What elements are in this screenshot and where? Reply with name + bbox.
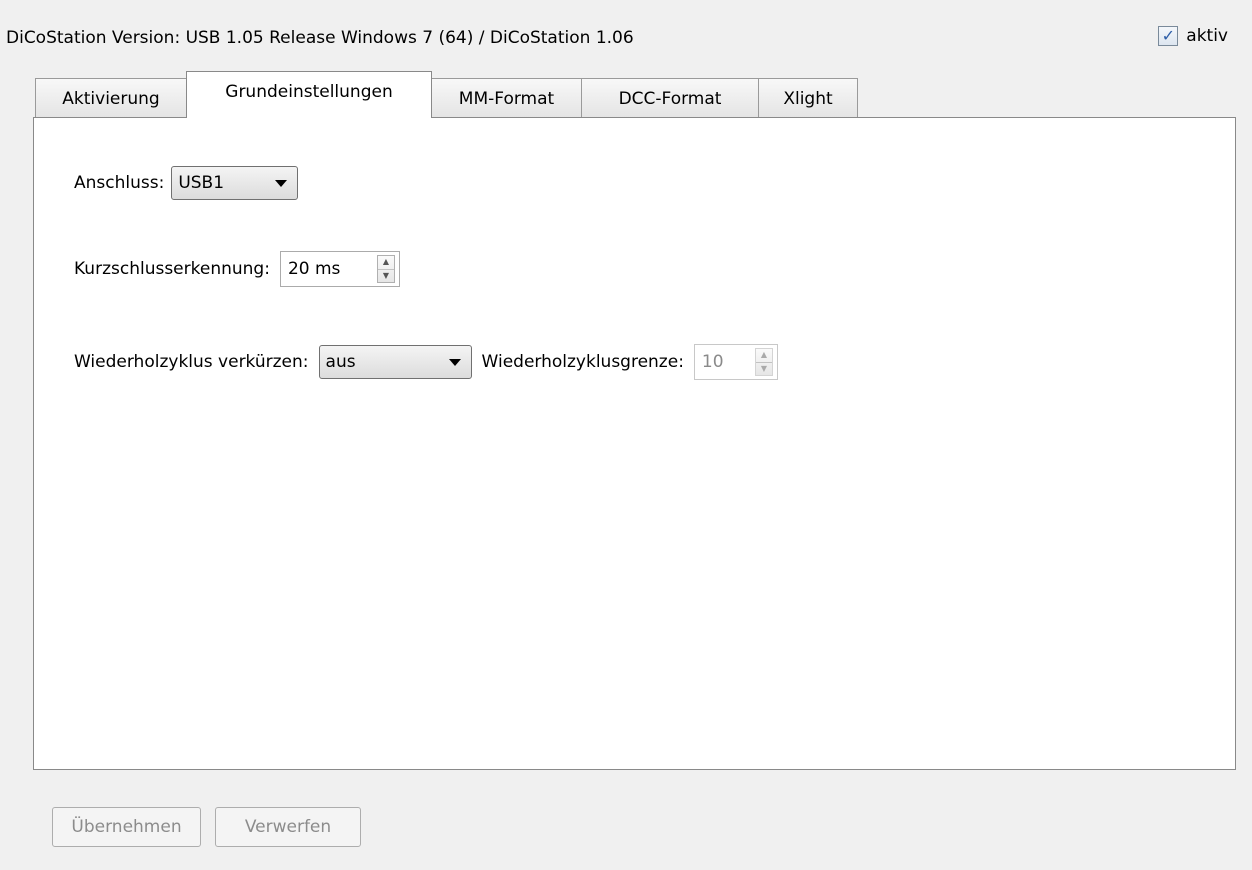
wiederholzyklus-select[interactable]: aus xyxy=(318,345,472,379)
wiederholzyklus-value: aus xyxy=(325,352,356,372)
tab-aktivierung[interactable]: Aktivierung xyxy=(35,78,187,118)
kurzschluss-value: 20 ms xyxy=(287,259,341,279)
wiederholzyklus-label: Wiederholzyklus verkürzen: xyxy=(74,352,309,372)
anschluss-select[interactable]: USB1 xyxy=(171,166,299,200)
aktiv-label: aktiv xyxy=(1186,26,1228,46)
tab-bar: Aktivierung Grundeinstellungen MM-Format… xyxy=(35,71,858,118)
discard-button[interactable]: Verwerfen xyxy=(215,807,361,847)
tab-xlight[interactable]: Xlight xyxy=(758,78,858,118)
anschluss-row: Anschluss: USB1 xyxy=(74,166,299,200)
tab-grundeinstellungen[interactable]: Grundeinstellungen xyxy=(186,71,432,118)
anschluss-label: Anschluss: xyxy=(74,173,165,193)
spin-down-icon[interactable]: ▼ xyxy=(756,363,772,376)
kurzschluss-row: Kurzschlusserkennung: 20 ms ▲ ▼ xyxy=(74,251,400,287)
kurzschluss-label: Kurzschlusserkennung: xyxy=(74,259,270,279)
check-icon: ✓ xyxy=(1161,26,1175,45)
tab-mm-format[interactable]: MM-Format xyxy=(431,78,582,118)
anschluss-value: USB1 xyxy=(178,173,225,193)
aktiv-checkbox[interactable]: ✓ xyxy=(1158,26,1179,46)
kurzschluss-spinbox[interactable]: 20 ms ▲ ▼ xyxy=(279,251,400,287)
wiederholzyklus-row: Wiederholzyklus verkürzen: aus Wiederhol… xyxy=(74,344,778,380)
spin-down-icon[interactable]: ▼ xyxy=(378,270,394,283)
apply-button[interactable]: Übernehmen xyxy=(52,807,201,847)
chevron-down-icon xyxy=(448,358,461,366)
wiederholzyklusgrenze-label: Wiederholzyklusgrenze: xyxy=(481,352,684,372)
chevron-down-icon xyxy=(275,179,288,187)
wiederholzyklusgrenze-spin-buttons: ▲ ▼ xyxy=(754,348,773,376)
kurzschluss-spin-buttons: ▲ ▼ xyxy=(376,255,395,283)
spin-up-icon[interactable]: ▲ xyxy=(755,349,772,363)
spin-up-icon[interactable]: ▲ xyxy=(377,256,394,270)
tab-panel-grundeinstellungen: Anschluss: USB1 Kurzschlusserkennung: 20… xyxy=(33,117,1236,770)
wiederholzyklusgrenze-spinbox[interactable]: 10 ▲ ▼ xyxy=(693,344,778,380)
tab-dcc-format[interactable]: DCC-Format xyxy=(581,78,759,118)
app-title: DiCoStation Version: USB 1.05 Release Wi… xyxy=(6,28,634,48)
wiederholzyklusgrenze-value: 10 xyxy=(701,352,724,372)
aktiv-checkbox-group[interactable]: ✓ aktiv xyxy=(1158,26,1228,46)
